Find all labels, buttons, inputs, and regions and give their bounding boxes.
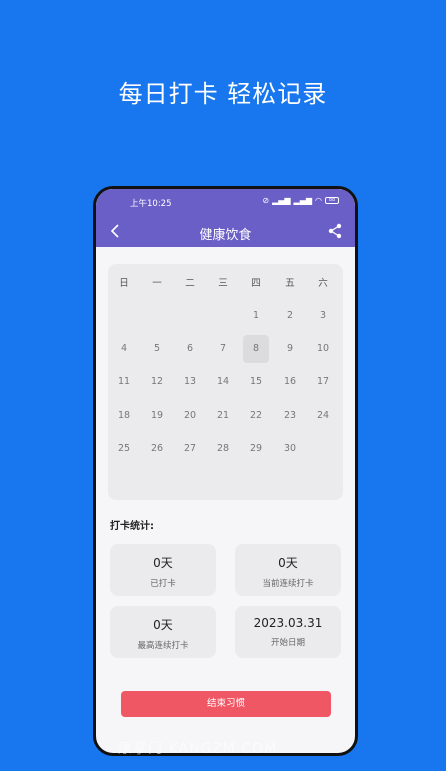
- end-habit-button[interactable]: 结束习惯: [121, 691, 331, 717]
- calendar-day[interactable]: 9: [277, 335, 303, 363]
- stat-label: 最高连续打卡: [137, 641, 189, 651]
- stat-label: 当前连续打卡: [262, 579, 314, 589]
- stat-card-start-date: 2023.03.31 开始日期: [235, 606, 341, 658]
- signal-icon-2: ▂▄▆: [293, 196, 313, 205]
- weekday-label: 六: [318, 278, 328, 289]
- status-icons: ⊘ ▂▄▆ ▂▄▆ ◠ 88: [262, 196, 339, 205]
- weekday-label: 一: [152, 278, 162, 289]
- calendar-day[interactable]: 21: [210, 402, 236, 430]
- calendar-day[interactable]: 10: [310, 335, 336, 363]
- calendar-day[interactable]: 20: [177, 402, 203, 430]
- weekday-label: 二: [185, 278, 195, 289]
- signal-icon: ▂▄▆: [272, 196, 291, 205]
- stat-card-current-streak: 0天 当前连续打卡: [235, 544, 341, 596]
- watermark: 康掌门 KANGZM.COM: [118, 741, 278, 757]
- calendar-day[interactable]: 29: [243, 435, 269, 463]
- stat-label: 开始日期: [270, 638, 305, 648]
- wifi-icon: ◠: [315, 196, 322, 205]
- status-bar: 上午10:25 ⊘ ▂▄▆ ▂▄▆ ◠ 88: [96, 189, 355, 209]
- calendar-day[interactable]: 7: [210, 335, 236, 363]
- calendar-day[interactable]: 28: [210, 435, 236, 463]
- calendar-day[interactable]: 23: [277, 402, 303, 430]
- weekday-label: 日: [119, 278, 129, 289]
- battery-icon: 88: [325, 197, 339, 204]
- page-title: 健康饮食: [199, 228, 252, 243]
- calendar-day[interactable]: 16: [277, 368, 303, 396]
- promo-title: 每日打卡 轻松记录: [118, 80, 328, 108]
- stats-title: 打卡统计:: [110, 521, 154, 532]
- calendar: 日一二三四五六 1 2 3 4 5 6 7 8 9 10 11 12 13 14 15 16 17 18 19 20 21…: [108, 264, 343, 500]
- calendar-day[interactable]: 3: [310, 302, 336, 330]
- weekday-label: 三: [218, 278, 228, 289]
- calendar-day[interactable]: 13: [177, 368, 203, 396]
- stat-card-total: 0天 已打卡: [110, 544, 216, 596]
- weekday-label: 四: [251, 278, 261, 289]
- stat-card-best-streak: 0天 最高连续打卡: [110, 606, 216, 658]
- calendar-day[interactable]: 26: [144, 435, 170, 463]
- calendar-day[interactable]: 15: [243, 368, 269, 396]
- calendar-day[interactable]: 14: [210, 368, 236, 396]
- calendar-day[interactable]: 24: [310, 402, 336, 430]
- calendar-day[interactable]: 19: [144, 402, 170, 430]
- calendar-day[interactable]: 30: [277, 435, 303, 463]
- title-bar: 健康饮食: [96, 217, 355, 247]
- calendar-day[interactable]: 4: [111, 335, 137, 363]
- stat-label: 已打卡: [150, 579, 176, 589]
- calendar-day[interactable]: 12: [144, 368, 170, 396]
- phone-frame: 上午10:25 ⊘ ▂▄▆ ▂▄▆ ◠ 88 健康饮食 日一二三四五六12345…: [93, 186, 358, 756]
- calendar-day[interactable]: 17: [310, 368, 336, 396]
- stat-value: 0天: [278, 556, 298, 570]
- calendar-day[interactable]: 2: [277, 302, 303, 330]
- calendar-day[interactable]: 1: [243, 302, 269, 330]
- calendar-day[interactable]: 25: [111, 435, 137, 463]
- calendar-day[interactable]: 8: [243, 335, 269, 363]
- calendar-day[interactable]: 27: [177, 435, 203, 463]
- calendar-day[interactable]: 5: [144, 335, 170, 363]
- stat-value: 2023.03.31: [253, 616, 323, 630]
- stat-value: 0天: [153, 618, 173, 632]
- alarm-icon: ⊘: [262, 196, 270, 205]
- status-time: 上午10:25: [130, 199, 172, 209]
- calendar-day[interactable]: 6: [177, 335, 203, 363]
- app-bar: 上午10:25 ⊘ ▂▄▆ ▂▄▆ ◠ 88 健康饮食: [96, 189, 355, 247]
- stat-value: 0天: [153, 556, 173, 570]
- calendar-day[interactable]: 11: [111, 368, 137, 396]
- weekday-label: 五: [285, 278, 295, 289]
- calendar-day[interactable]: 18: [111, 402, 137, 430]
- calendar-day[interactable]: 22: [243, 402, 269, 430]
- share-icon[interactable]: [325, 221, 345, 241]
